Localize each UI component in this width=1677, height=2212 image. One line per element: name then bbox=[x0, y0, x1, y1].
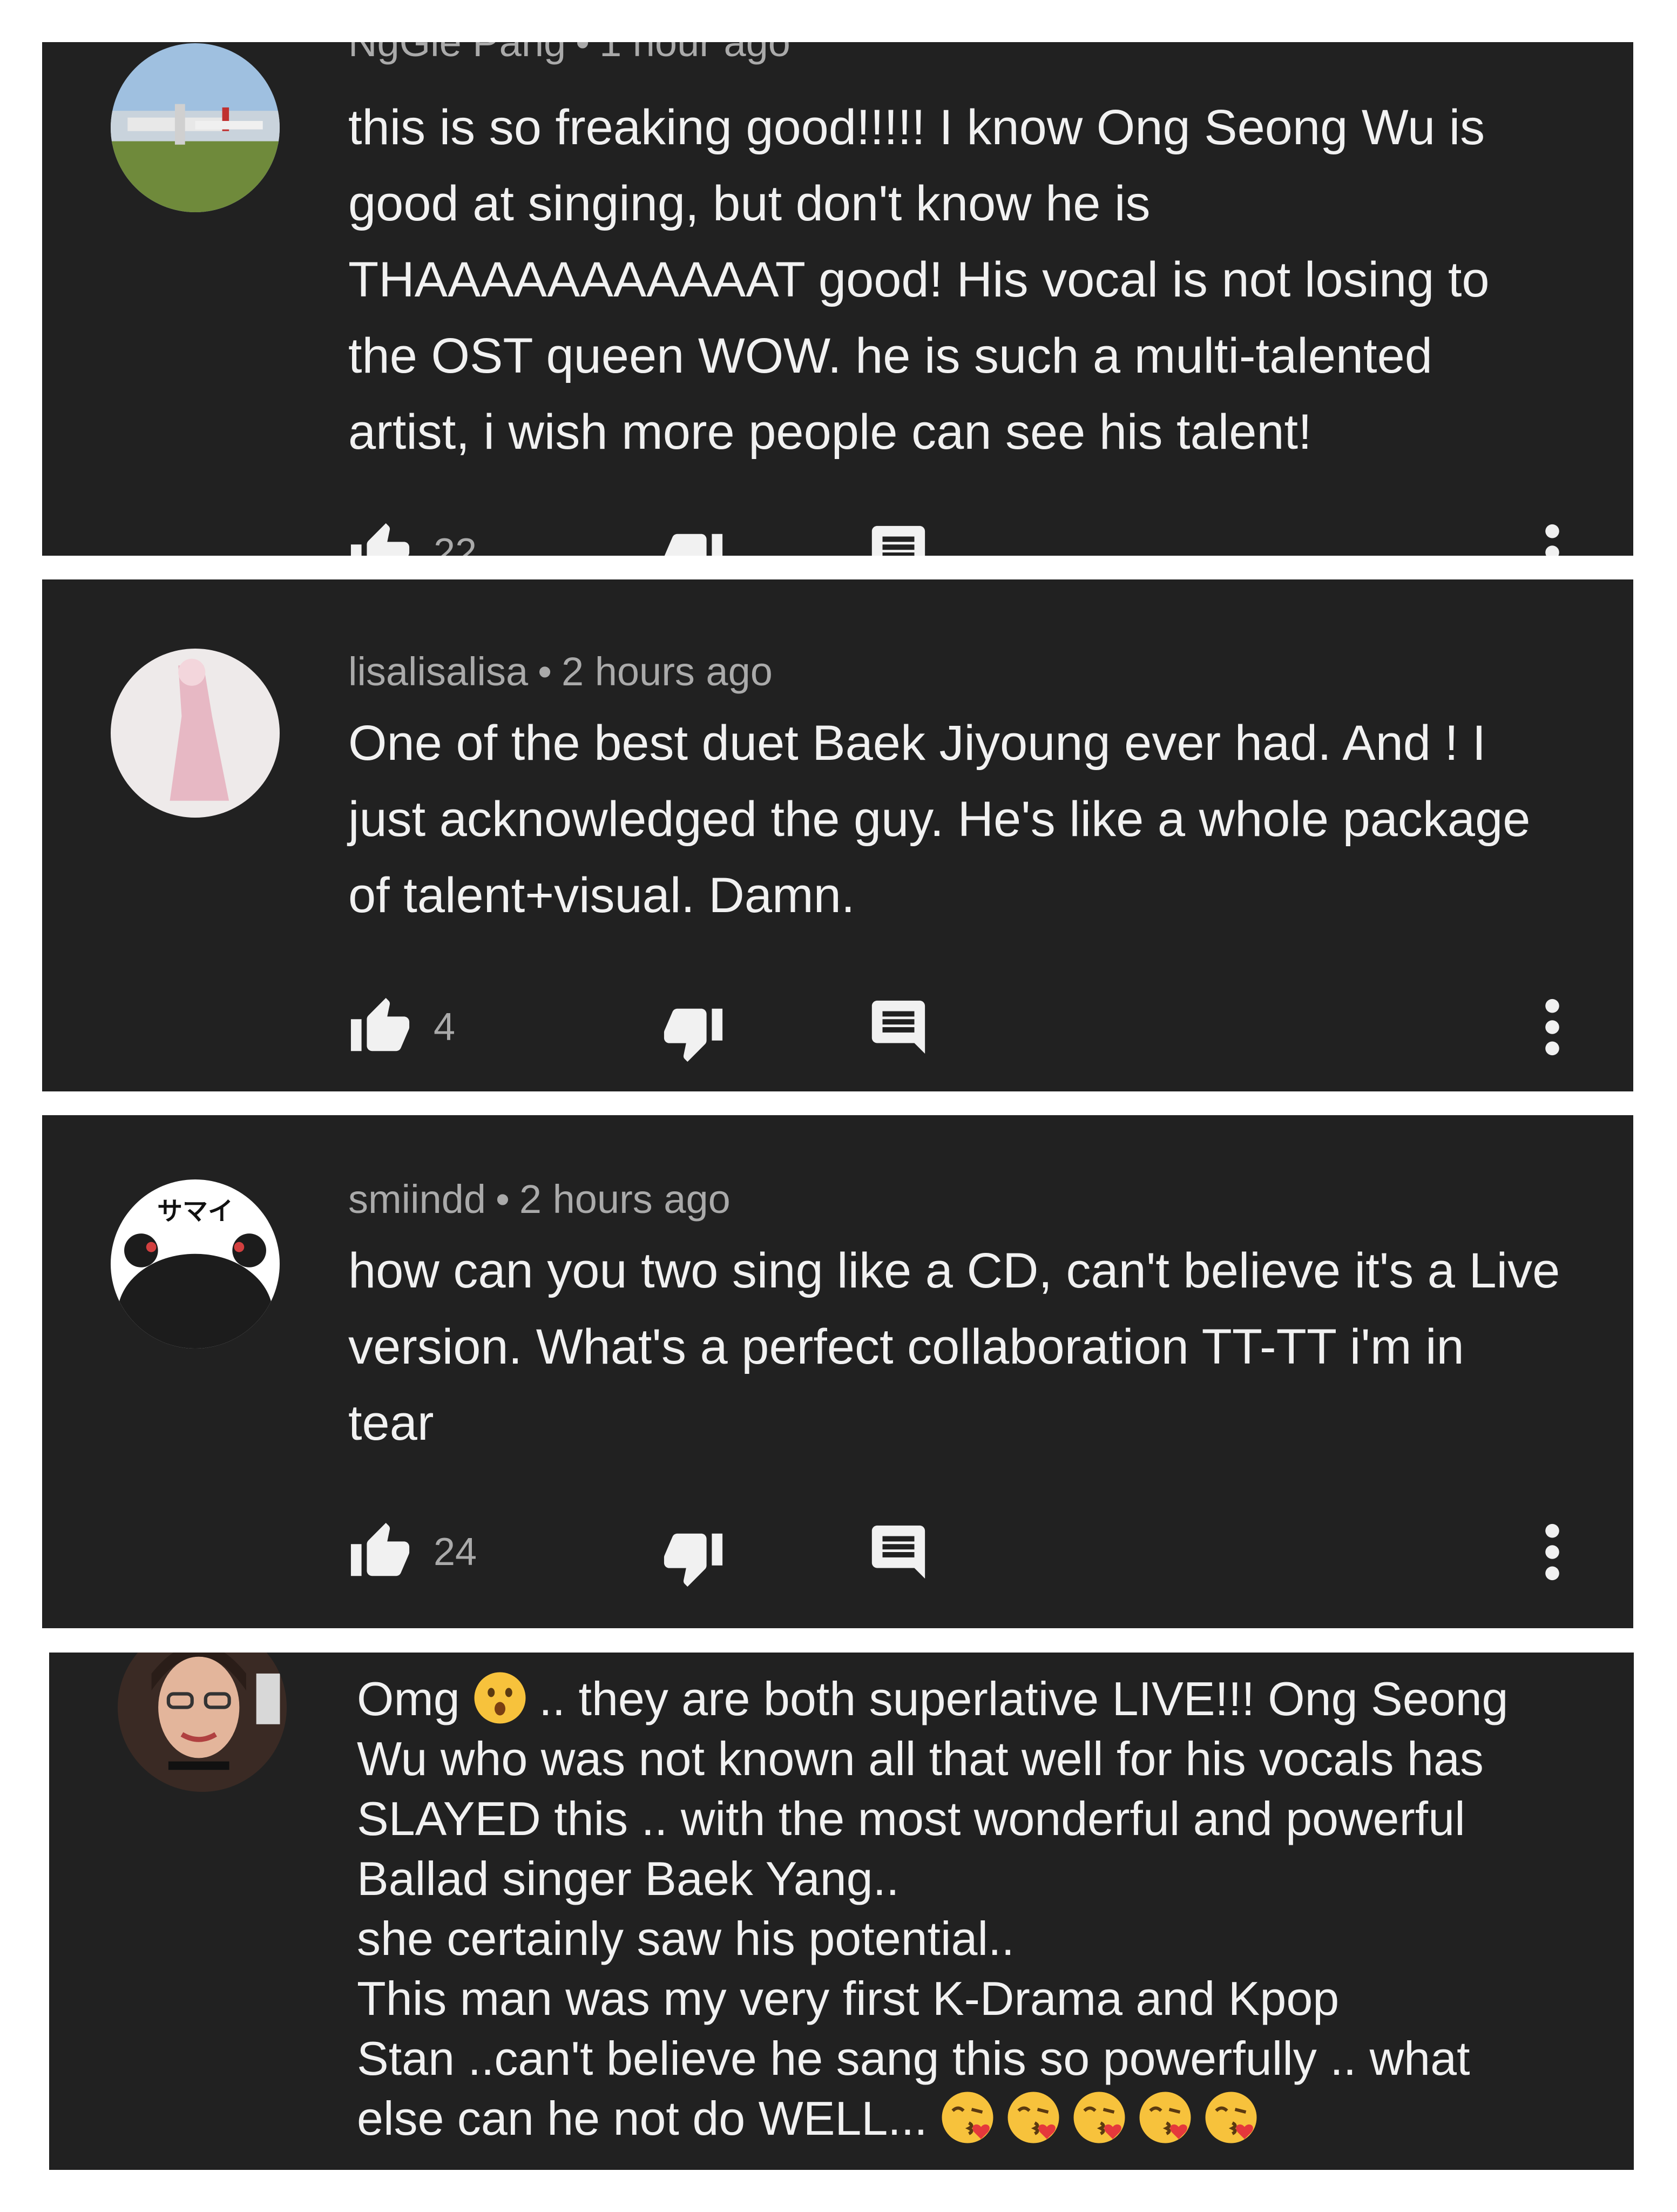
reply-icon bbox=[867, 521, 930, 556]
face-blowing-kiss-emoji bbox=[941, 2090, 995, 2144]
face-blowing-kiss-emoji bbox=[1072, 2090, 1126, 2144]
woman-portrait-avatar[interactable] bbox=[118, 1653, 287, 1792]
more-options-button[interactable] bbox=[1541, 1520, 1563, 1584]
comment-line: this is so freaking good!!!!! I know Ong… bbox=[348, 100, 1485, 155]
comment-line: Stan ..can't believe he sang this so pow… bbox=[357, 2032, 1470, 2085]
face-blowing-kiss-emoji bbox=[1006, 2090, 1060, 2144]
face-blowing-kiss-emoji bbox=[1138, 2090, 1192, 2144]
comment-line: else can he not do WELL... bbox=[357, 2088, 1508, 2148]
comment-card-2: lisalisalisa • 2 hours ago One of the best… bbox=[42, 579, 1633, 1091]
comment-line: of talent+visual. Damn. bbox=[348, 868, 855, 923]
comment-line-text: else can he not do WELL... bbox=[357, 2092, 928, 2145]
like-button[interactable]: 4 bbox=[348, 995, 455, 1059]
comment-word: Omg bbox=[357, 1672, 460, 1725]
timestamp[interactable]: 2 hours ago bbox=[519, 1177, 731, 1222]
comment-line: just acknowledged the guy. He's like a w… bbox=[348, 792, 1531, 847]
comment-line: she certainly saw his potential.. bbox=[357, 1912, 1015, 1965]
meta-separator: • bbox=[496, 1177, 510, 1222]
reply-button[interactable] bbox=[867, 995, 930, 1059]
dislike-button[interactable] bbox=[661, 526, 725, 556]
like-count: 4 bbox=[434, 1006, 456, 1049]
dislike-button[interactable] bbox=[661, 1526, 725, 1589]
reply-icon bbox=[867, 995, 930, 1059]
comment-line: This man was my very first K-Drama and K… bbox=[357, 1972, 1340, 2025]
comment-card-4: Omg .. they are both superlative LIVE!!!… bbox=[49, 1653, 1634, 2170]
face-blowing-kiss-emoji bbox=[1204, 2090, 1258, 2144]
like-button[interactable]: 24 bbox=[348, 1520, 477, 1584]
comment-line: version. What's a perfect collaboration … bbox=[348, 1319, 1464, 1374]
comment-text: how can you two sing like a CD, can't be… bbox=[348, 1233, 1560, 1461]
dislike-button[interactable] bbox=[661, 1001, 725, 1064]
comment-line: One of the best duet Baek Jiyoung ever h… bbox=[348, 716, 1486, 771]
like-count: 22 bbox=[434, 531, 477, 556]
airplane-photo-avatar[interactable] bbox=[111, 43, 280, 212]
cartoon-head-avatar[interactable]: サマイ bbox=[111, 1179, 280, 1348]
thumbs-up-icon bbox=[348, 1520, 412, 1584]
comment-text: this is so freaking good!!!!! I know Ong… bbox=[348, 90, 1490, 470]
comment-line: the OST queen WOW. he is such a multi-ta… bbox=[348, 328, 1432, 383]
thumbs-up-icon bbox=[348, 521, 412, 556]
reply-button[interactable] bbox=[867, 1520, 930, 1584]
comment-meta: smiindd • 2 hours ago bbox=[348, 1176, 731, 1222]
comment-text: One of the best duet Baek Jiyoung ever h… bbox=[348, 705, 1530, 934]
meta-separator: • bbox=[576, 42, 590, 65]
comment-line: good at singing, but don't know he is bbox=[348, 176, 1151, 231]
author-name[interactable]: smiindd bbox=[348, 1177, 486, 1222]
thumbs-down-icon bbox=[661, 1526, 725, 1589]
thumbs-down-icon bbox=[661, 526, 725, 556]
meta-separator: • bbox=[538, 649, 552, 694]
thumbs-down-icon bbox=[661, 1001, 725, 1064]
comment-actions: 22 bbox=[348, 521, 1606, 556]
comment-text: Omg .. they are both superlative LIVE!!!… bbox=[357, 1669, 1508, 2148]
comment-line: THAAAAAAAAAAAT good! His vocal is not lo… bbox=[348, 252, 1490, 307]
more-vert-icon bbox=[1541, 521, 1563, 556]
comment-meta: lisalisalisa • 2 hours ago bbox=[348, 649, 773, 694]
comment-card-1: NgGie Pang • 1 hour ago this is so freakin… bbox=[42, 42, 1633, 556]
comment-line: Omg .. they are both superlative LIVE!!!… bbox=[357, 1669, 1508, 1729]
reply-button[interactable] bbox=[867, 521, 930, 556]
comment-line: Ballad singer Baek Yang.. bbox=[357, 1852, 900, 1905]
like-button[interactable]: 22 bbox=[348, 521, 477, 556]
author-name[interactable]: lisalisalisa bbox=[348, 649, 528, 694]
pink-figure-avatar[interactable] bbox=[111, 649, 280, 818]
comment-actions: 4 bbox=[348, 995, 1606, 1065]
thumbs-up-icon bbox=[348, 995, 412, 1059]
timestamp[interactable]: 2 hours ago bbox=[562, 649, 773, 694]
like-count: 24 bbox=[434, 1530, 477, 1574]
more-vert-icon bbox=[1541, 995, 1563, 1059]
hushed-face-emoji bbox=[473, 1671, 527, 1725]
more-options-button[interactable] bbox=[1541, 995, 1563, 1059]
comment-line: SLAYED this .. with the most wonderful a… bbox=[357, 1792, 1465, 1845]
comment-card-3: サマイ smiindd • 2 hours ago how can you two … bbox=[42, 1115, 1633, 1628]
author-name[interactable]: NgGie Pang bbox=[348, 42, 566, 65]
avatar-label: サマイ bbox=[157, 1197, 233, 1226]
comment-line: tear bbox=[348, 1395, 434, 1451]
comment-line: Wu who was not known all that well for h… bbox=[357, 1732, 1484, 1785]
comment-line-rest: .. they are both superlative LIVE!!! Ong… bbox=[539, 1672, 1509, 1725]
comment-actions: 24 bbox=[348, 1520, 1606, 1590]
more-vert-icon bbox=[1541, 1520, 1563, 1584]
reply-icon bbox=[867, 1520, 930, 1584]
comment-line: artist, i wish more people can see his t… bbox=[348, 404, 1312, 460]
comment-line: how can you two sing like a CD, can't be… bbox=[348, 1243, 1560, 1298]
timestamp[interactable]: 1 hour ago bbox=[599, 42, 790, 65]
more-options-button[interactable] bbox=[1541, 521, 1563, 556]
comment-meta: NgGie Pang • 1 hour ago bbox=[348, 42, 790, 65]
